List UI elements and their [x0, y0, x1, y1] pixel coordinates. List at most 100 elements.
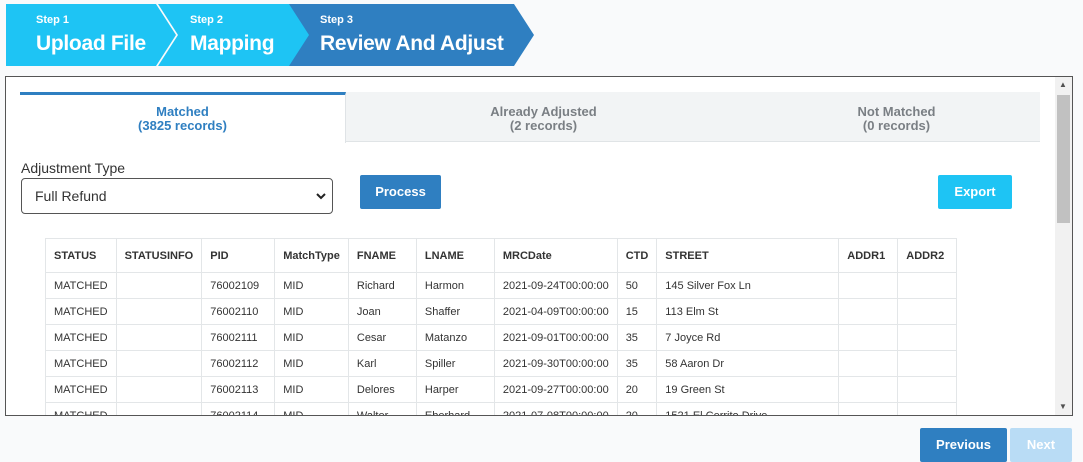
review-panel: Matched (3825 records) Already Adjusted …	[5, 76, 1073, 416]
cell-mrcdate: 2021-09-30T00:00:00	[493, 350, 618, 377]
adjustment-type-value: Full Refund	[35, 188, 107, 204]
cell-matchtype: MID	[274, 272, 349, 299]
tab-count: (3825 records)	[138, 118, 227, 133]
column-header[interactable]: STATUSINFO	[115, 238, 203, 273]
process-button[interactable]: Process	[360, 175, 441, 209]
cell-matchtype: MID	[274, 402, 349, 415]
previous-button[interactable]: Previous	[920, 428, 1007, 462]
cell-addr1	[838, 350, 899, 377]
cell-matchtype: MID	[274, 376, 349, 403]
cell-addr1	[838, 324, 899, 351]
cell-status: MATCHED	[45, 324, 117, 351]
table-row[interactable]: MATCHED 76002112 MID Karl Spiller 2021-0…	[45, 350, 958, 377]
column-header[interactable]: MRCDate	[493, 238, 618, 273]
cell-statusinfo	[115, 272, 203, 299]
column-header[interactable]: LNAME	[415, 238, 495, 273]
column-header[interactable]: CTD	[616, 238, 658, 273]
cell-status: MATCHED	[45, 402, 117, 415]
cell-fname: Karl	[347, 350, 417, 377]
cell-mrcdate: 2021-09-24T00:00:00	[493, 272, 618, 299]
adjustment-type-select[interactable]: Full Refund	[21, 178, 333, 214]
result-tabs: Matched (3825 records) Already Adjusted …	[20, 92, 1040, 143]
adjustment-type-label: Adjustment Type	[21, 160, 126, 176]
cell-matchtype: MID	[274, 350, 349, 377]
cell-addr2	[897, 350, 958, 377]
cell-ctd: 20	[616, 402, 658, 415]
cell-addr2	[897, 298, 958, 325]
step-title: Upload File	[36, 32, 146, 55]
column-header[interactable]: ADDR1	[838, 238, 899, 273]
cell-fname: Joan	[347, 298, 417, 325]
cell-street: 7 Joyce Rd	[656, 324, 840, 351]
column-header[interactable]: STREET	[656, 238, 840, 273]
stepper: Step 1 Upload File Step 2 Mapping Step 3…	[6, 4, 536, 66]
chevron-down-icon	[316, 193, 326, 200]
step-title: Mapping	[190, 32, 275, 55]
table-row[interactable]: MATCHED 76002110 MID Joan Shaffer 2021-0…	[45, 298, 958, 325]
column-header[interactable]: MatchType	[274, 238, 349, 273]
cell-lname: Eberhard	[415, 402, 495, 415]
cell-addr2	[897, 402, 958, 415]
cell-statusinfo	[115, 402, 203, 415]
cell-pid: 76002114	[201, 402, 276, 415]
results-table: STATUS STATUSINFO PID MatchType FNAME LN…	[45, 238, 958, 415]
step-number: Step 1	[36, 14, 70, 26]
table-row[interactable]: MATCHED 76002113 MID Delores Harper 2021…	[45, 376, 958, 403]
step-review-and-adjust[interactable]: Step 3 Review And Adjust	[289, 4, 536, 66]
cell-statusinfo	[115, 350, 203, 377]
table-header-row: STATUS STATUSINFO PID MatchType FNAME LN…	[45, 238, 958, 273]
cell-statusinfo	[115, 324, 203, 351]
step-number: Step 3	[320, 14, 354, 26]
cell-street: 145 Silver Fox Ln	[656, 272, 840, 299]
next-button[interactable]: Next	[1010, 428, 1072, 462]
table-row[interactable]: MATCHED 76002109 MID Richard Harmon 2021…	[45, 272, 958, 299]
column-header[interactable]: PID	[201, 238, 276, 273]
tab-count: (2 records)	[509, 118, 578, 133]
export-button[interactable]: Export	[938, 175, 1012, 209]
cell-mrcdate: 2021-09-01T00:00:00	[493, 324, 618, 351]
cell-pid: 76002112	[201, 350, 276, 377]
cell-pid: 76002110	[201, 298, 276, 325]
cell-ctd: 50	[616, 272, 658, 299]
cell-street: 58 Aaron Dr	[656, 350, 840, 377]
cell-addr1	[838, 298, 899, 325]
cell-street: 113 Elm St	[656, 298, 840, 325]
cell-pid: 76002113	[201, 376, 276, 403]
scroll-down-arrow-icon[interactable]: ▼	[1059, 403, 1067, 411]
tab-not-matched[interactable]: Not Matched (0 records)	[720, 92, 1072, 142]
cell-street: 19 Green St	[656, 376, 840, 403]
cell-addr2	[897, 324, 958, 351]
cell-matchtype: MID	[274, 298, 349, 325]
cell-mrcdate: 2021-09-27T00:00:00	[493, 376, 618, 403]
cell-lname: Shaffer	[415, 298, 495, 325]
cell-pid: 76002111	[201, 324, 276, 351]
tab-label: Already Adjusted	[490, 104, 597, 119]
cell-ctd: 35	[616, 324, 658, 351]
vertical-scrollbar[interactable]: ▲ ▼	[1055, 77, 1072, 415]
cell-street: 1521 El Cerrito Drive	[656, 402, 840, 415]
cell-mrcdate: 2021-07-08T00:00:00	[493, 402, 618, 415]
cell-status: MATCHED	[45, 298, 117, 325]
tab-label: Matched	[156, 104, 209, 119]
cell-pid: 76002109	[201, 272, 276, 299]
scrollbar-thumb[interactable]	[1057, 95, 1070, 223]
tab-label: Not Matched	[857, 104, 936, 119]
cell-addr2	[897, 272, 958, 299]
step-upload-file[interactable]: Step 1 Upload File	[6, 4, 178, 66]
column-header[interactable]: ADDR2	[897, 238, 958, 273]
scroll-up-arrow-icon[interactable]: ▲	[1059, 81, 1067, 89]
cell-ctd: 15	[616, 298, 658, 325]
table-row[interactable]: MATCHED 76002114 MID Walter Eberhard 202…	[45, 402, 958, 415]
tab-matched[interactable]: Matched (3825 records)	[20, 92, 346, 143]
cell-addr1	[838, 402, 899, 415]
cell-mrcdate: 2021-04-09T00:00:00	[493, 298, 618, 325]
table-row[interactable]: MATCHED 76002111 MID Cesar Matanzo 2021-…	[45, 324, 958, 351]
cell-fname: Walter	[347, 402, 417, 415]
cell-addr1	[838, 272, 899, 299]
column-header[interactable]: FNAME	[347, 238, 417, 273]
step-title: Review And Adjust	[320, 32, 504, 55]
cell-fname: Richard	[347, 272, 417, 299]
cell-lname: Harmon	[415, 272, 495, 299]
tab-already-adjusted[interactable]: Already Adjusted (2 records)	[367, 92, 720, 142]
column-header[interactable]: STATUS	[45, 238, 117, 273]
